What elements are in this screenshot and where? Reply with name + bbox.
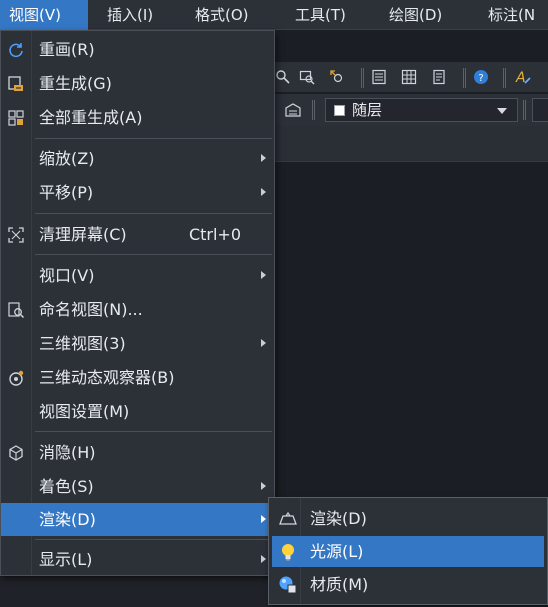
document-tab-strip — [270, 126, 548, 162]
material-icon — [278, 575, 298, 595]
named-view-icon — [7, 301, 25, 319]
menu-separator — [35, 431, 272, 432]
menu-item-3d-views[interactable]: 三维视图(3) — [1, 327, 274, 360]
svg-text:A: A — [515, 70, 526, 86]
zoom-realtime-icon[interactable] — [328, 68, 346, 86]
light-bulb-icon — [278, 542, 298, 562]
toolbar-separator — [463, 68, 466, 88]
menu-item-label: 命名视图(N)... — [39, 300, 143, 319]
color-combo[interactable]: 随层 — [325, 98, 518, 122]
menu-item-label: 视图设置(M) — [39, 402, 130, 421]
menu-item-view-settings[interactable]: 视图设置(M) — [1, 395, 274, 428]
chevron-down-icon — [497, 108, 507, 114]
clean-screen-icon — [7, 226, 25, 244]
standard-toolbar: ? A — [270, 62, 548, 92]
zoom-previous-icon[interactable] — [298, 68, 316, 86]
menu-item-hide[interactable]: 消隐(H) — [1, 436, 274, 469]
menu-item-pan[interactable]: 平移(P) — [1, 176, 274, 209]
menu-item-label: 视口(V) — [39, 266, 95, 285]
toolbar-separator — [503, 68, 506, 88]
text-style-icon[interactable]: A — [514, 68, 532, 86]
redraw-icon — [7, 41, 25, 59]
menu-item-label: 消隐(H) — [39, 443, 96, 462]
regen-icon — [7, 75, 25, 93]
menu-item-display[interactable]: 显示(L) — [1, 543, 274, 576]
chevron-right-icon — [261, 154, 266, 162]
submenu-item-label: 渲染(D) — [310, 509, 367, 528]
menu-view[interactable]: 视图(V) — [0, 0, 88, 30]
svg-text:?: ? — [478, 73, 483, 84]
submenu-item-render[interactable]: 渲染(D) — [272, 503, 544, 534]
menu-item-render[interactable]: 渲染(D) — [1, 503, 274, 536]
menu-item-shortcut: Ctrl+0 — [188, 225, 241, 244]
help-icon[interactable]: ? — [472, 68, 490, 86]
menu-insert[interactable]: 插入(I) — [107, 0, 153, 30]
menu-item-label: 全部重生成(A) — [39, 108, 143, 127]
design-center-icon[interactable] — [400, 68, 418, 86]
menu-item-label: 缩放(Z) — [39, 149, 95, 168]
menu-item-redraw[interactable]: 重画(R) — [1, 33, 274, 66]
orbit-icon — [7, 369, 25, 387]
menu-separator — [35, 254, 272, 255]
menu-item-regen[interactable]: 重生成(G) — [1, 67, 274, 100]
chevron-right-icon — [261, 271, 266, 279]
menu-item-label: 清理屏幕(C) — [39, 225, 127, 244]
submenu-item-light[interactable]: 光源(L) — [272, 536, 544, 567]
menu-item-shade[interactable]: 着色(S) — [1, 470, 274, 503]
menu-item-viewports[interactable]: 视口(V) — [1, 259, 274, 292]
menu-item-named-views[interactable]: 命名视图(N)... — [1, 293, 274, 326]
properties-icon[interactable] — [370, 68, 388, 86]
menu-item-label: 显示(L) — [39, 550, 93, 569]
status-area — [0, 577, 270, 607]
submenu-item-material[interactable]: 材质(M) — [272, 569, 544, 600]
regen-all-icon — [7, 109, 25, 127]
menu-separator — [35, 539, 272, 540]
submenu-item-label: 光源(L) — [310, 542, 364, 561]
menu-item-label: 平移(P) — [39, 183, 94, 202]
menu-item-label: 着色(S) — [39, 477, 94, 496]
toolbar-separator — [312, 100, 315, 120]
render-submenu: 渲染(D) 光源(L) 材质(M) — [268, 497, 548, 605]
chevron-right-icon — [261, 515, 266, 523]
menu-item-clean-screen[interactable]: 清理屏幕(C) Ctrl+0 — [1, 218, 274, 251]
menu-item-label: 三维动态观察器(B) — [39, 368, 175, 387]
menu-item-regen-all[interactable]: 全部重生成(A) — [1, 101, 274, 134]
menu-item-label: 重画(R) — [39, 40, 95, 59]
menu-dimension[interactable]: 标注(N — [488, 0, 535, 30]
menu-item-label: 重生成(G) — [39, 74, 112, 93]
submenu-item-label: 材质(M) — [310, 575, 369, 594]
chevron-right-icon — [261, 339, 266, 347]
menu-item-zoom[interactable]: 缩放(Z) — [1, 142, 274, 175]
properties-toolbar: 随层 — [270, 94, 548, 126]
zoom-window-icon[interactable] — [274, 68, 292, 86]
menu-item-3d-orbit[interactable]: 三维动态观察器(B) — [1, 361, 274, 394]
toolbar-separator — [523, 100, 526, 120]
chevron-right-icon — [261, 555, 266, 563]
view-menu-dropdown: 重画(R) 重生成(G) 全部重生成(A) 缩放(Z) 平移(P) 清理屏幕(C… — [0, 30, 275, 576]
render-icon — [278, 509, 298, 529]
toolbar-separator — [361, 68, 364, 88]
menu-separator — [35, 213, 272, 214]
menu-separator — [35, 138, 272, 139]
menu-tools[interactable]: 工具(T) — [295, 0, 346, 30]
menu-bar: 视图(V) 插入(I) 格式(O) 工具(T) 绘图(D) 标注(N — [0, 0, 548, 30]
menu-format[interactable]: 格式(O) — [195, 0, 249, 30]
color-swatch — [334, 105, 345, 116]
tool-palette-icon[interactable] — [430, 68, 448, 86]
chevron-right-icon — [261, 482, 266, 490]
color-combo-value: 随层 — [352, 101, 383, 119]
linetype-combo[interactable] — [532, 98, 548, 122]
hide-icon — [7, 444, 25, 462]
menu-draw[interactable]: 绘图(D) — [389, 0, 442, 30]
menu-item-label: 三维视图(3) — [39, 334, 126, 353]
menu-item-label: 渲染(D) — [39, 510, 96, 529]
layer-manager-icon[interactable] — [284, 101, 302, 119]
chevron-right-icon — [261, 188, 266, 196]
